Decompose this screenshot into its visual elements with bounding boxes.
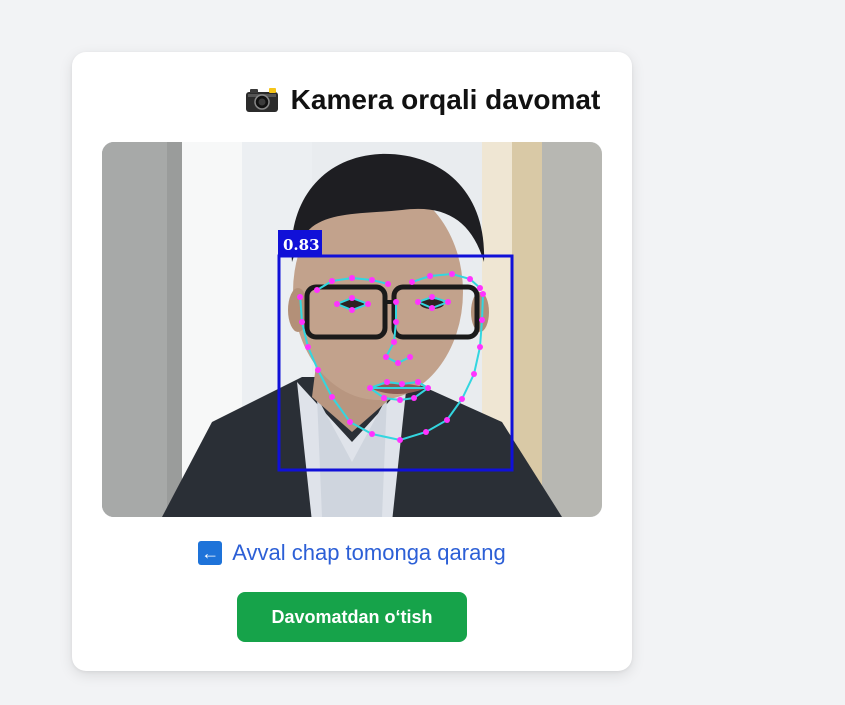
page-title: Kamera orqali davomat (0, 84, 845, 116)
instruction-text: Avval chap tomonga qarang (232, 540, 506, 565)
camera-feed: 0.83 (102, 142, 602, 517)
instruction-message: ← Avval chap tomonga qarang (72, 540, 632, 566)
detection-score: 0.83 (283, 236, 320, 254)
skip-attendance-button[interactable]: Davomatdan o‘tish (237, 592, 467, 642)
camera-icon (245, 87, 279, 113)
page-title-text: Kamera orqali davomat (290, 84, 601, 115)
left-arrow-icon: ← (198, 541, 223, 565)
